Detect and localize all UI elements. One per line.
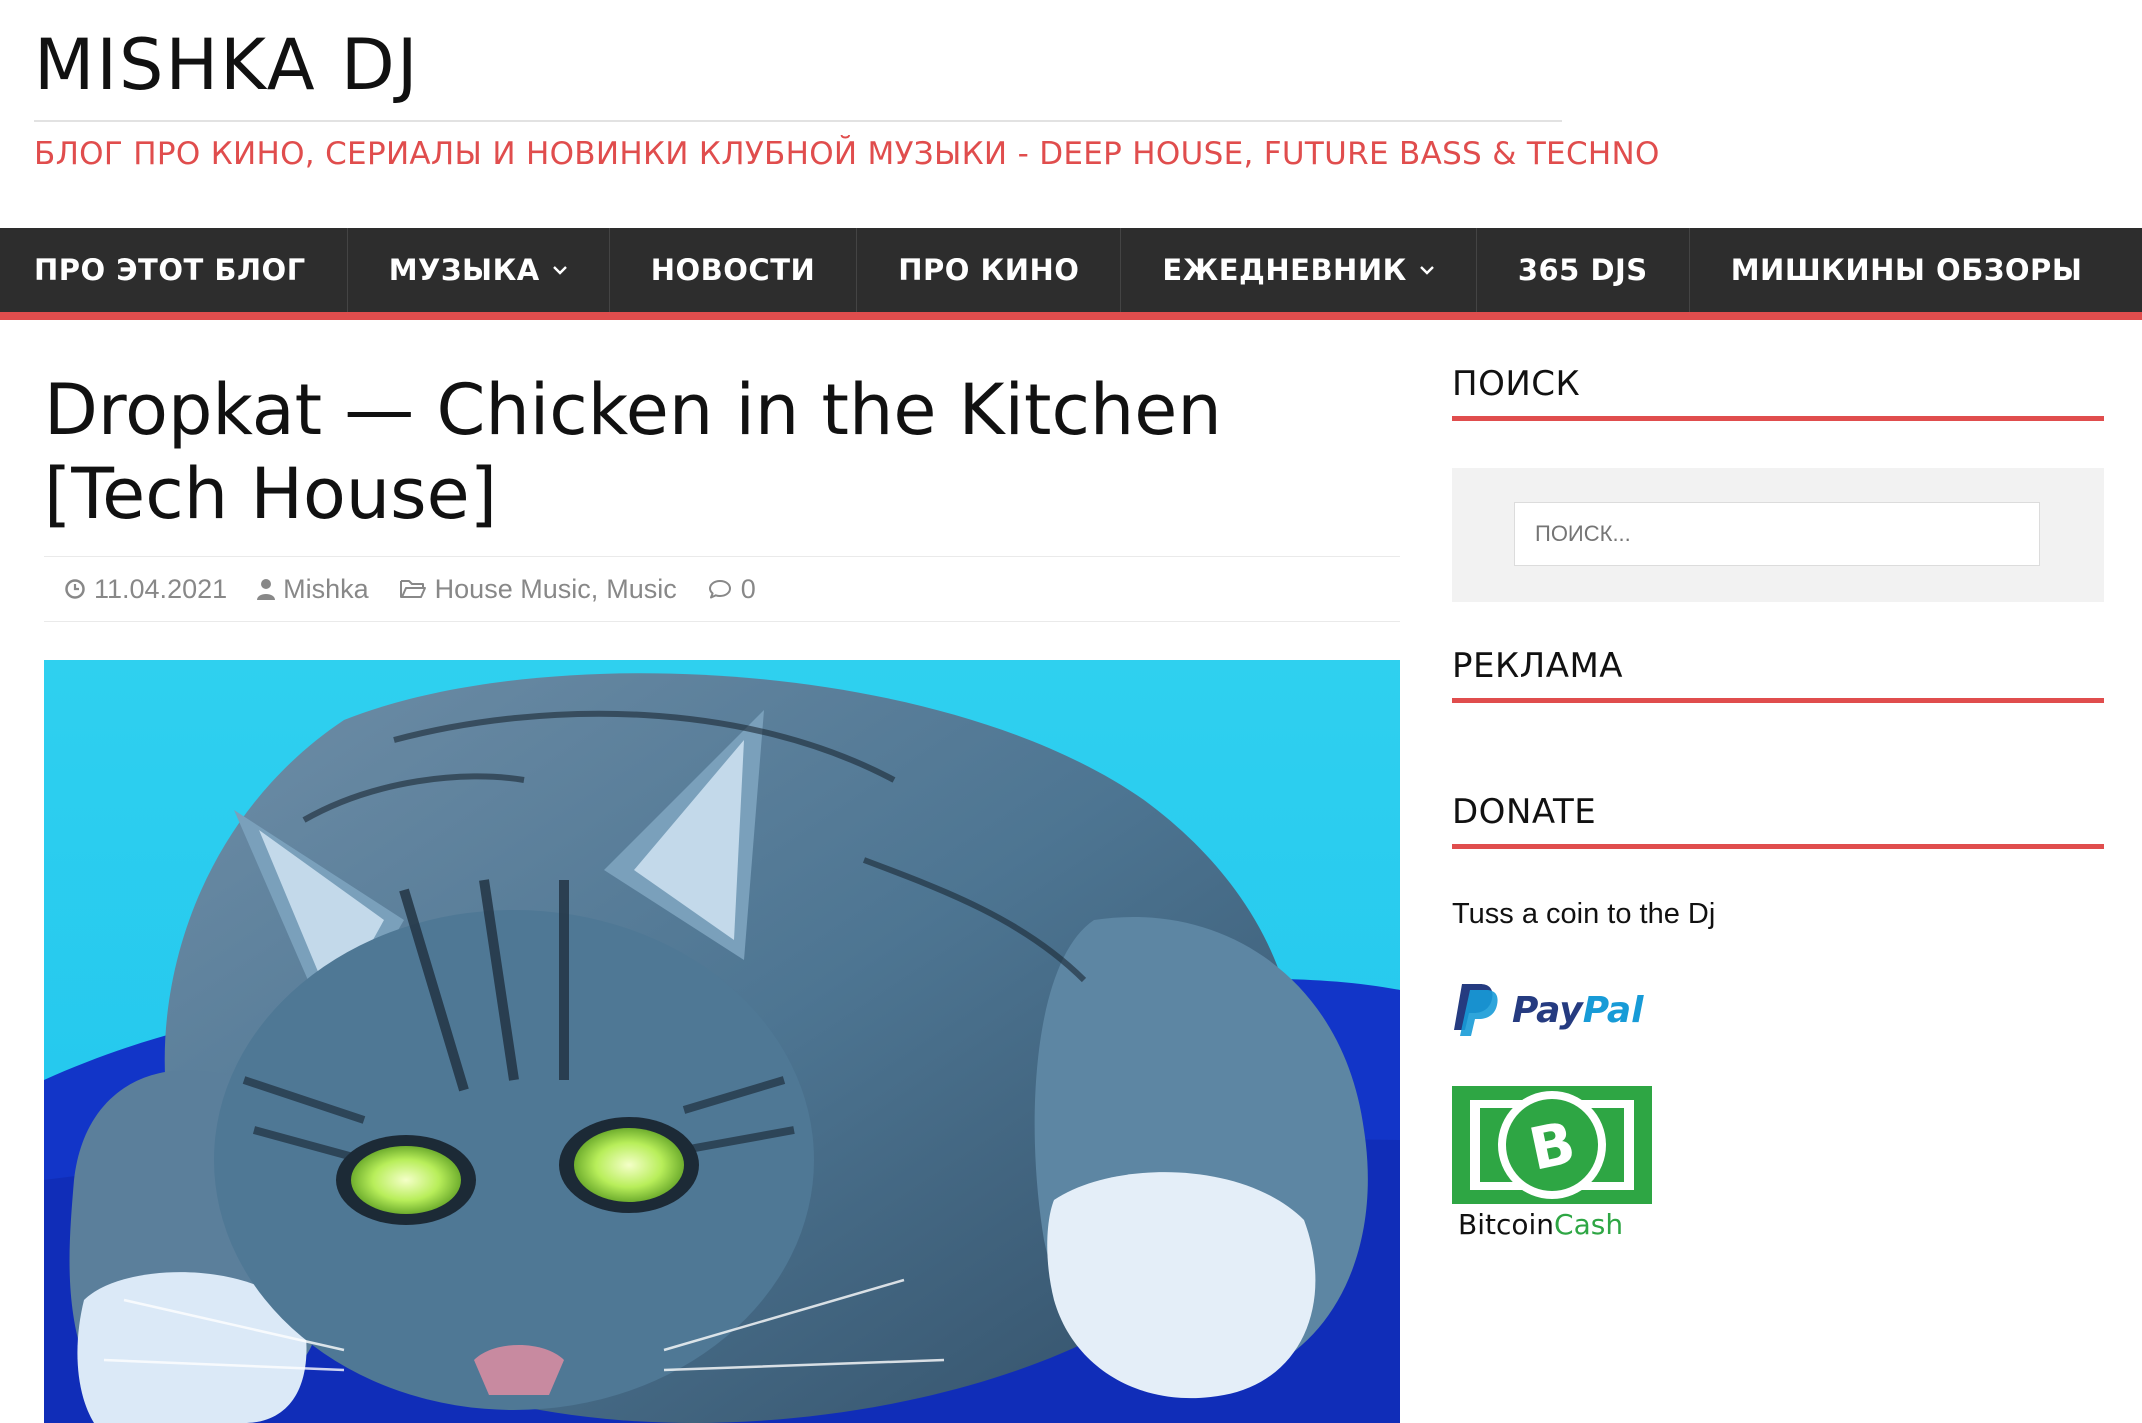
nav-item-label: ПРО ЭТОТ БЛОГ [34, 253, 306, 287]
bitcoin-cash-logo: B BitcoinCash [1452, 1086, 1652, 1241]
nav-item-365-djs[interactable]: 365 DJS [1477, 228, 1690, 312]
post-author[interactable]: Mishka [257, 574, 369, 605]
nav-item-label: ПРО КИНО [898, 253, 1080, 287]
nav-item-label: МУЗЫКА [388, 253, 540, 287]
site-description: БЛОГ ПРО КИНО, СЕРИАЛЫ И НОВИНКИ КЛУБНОЙ… [34, 136, 1660, 172]
comment-icon [708, 580, 731, 599]
paypal-logo: PayPal [1454, 984, 1644, 1036]
comment-count[interactable]: 0 [741, 574, 756, 605]
nav-item-about[interactable]: ПРО ЭТОТ БЛОГ [0, 228, 348, 312]
nav-item-movies[interactable]: ПРО КИНО [857, 228, 1122, 312]
category-link[interactable]: House Music [435, 574, 591, 605]
post-date: 11.04.2021 [64, 574, 227, 605]
nav-item-label: 365 DJS [1517, 253, 1648, 287]
post-author-name[interactable]: Mishka [283, 574, 369, 605]
user-icon [257, 579, 276, 600]
donate-widget-title: DONATE [1452, 792, 2104, 849]
nav-item-label: ЕЖЕДНЕВНИК [1162, 253, 1407, 287]
nav-item-reviews[interactable]: МИШКИНЫ ОБЗОРЫ [1690, 228, 2124, 312]
featured-image [44, 660, 1400, 1423]
post-date-text: 11.04.2021 [94, 573, 228, 604]
article-title: Dropkat — Chicken in the Kitchen [Tech H… [44, 369, 1222, 535]
bitcoin-cash-button[interactable]: B BitcoinCash [1452, 1086, 1652, 1242]
folder-icon [399, 580, 426, 598]
clock-icon [65, 579, 85, 599]
search-widget [1452, 468, 2104, 602]
nav-item-label: МИШКИНЫ ОБЗОРЫ [1730, 253, 2083, 287]
post-comments[interactable]: 0 [707, 574, 756, 605]
post-categories: House Music, Music [399, 574, 677, 605]
nav-item-diary[interactable]: ЕЖЕДНЕВНИК [1121, 228, 1477, 312]
header-divider [34, 120, 1562, 122]
svg-text:PayPal: PayPal [1512, 990, 1644, 1031]
category-separator: , [590, 573, 599, 604]
search-widget-title: ПОИСК [1452, 364, 2104, 421]
site-title[interactable]: MISHKA DJ [34, 24, 419, 106]
ads-widget-title: РЕКЛАМА [1452, 646, 2104, 703]
nav-item-news[interactable]: НОВОСТИ [610, 228, 858, 312]
nav-item-label: НОВОСТИ [650, 253, 816, 287]
donate-text: Tuss a coin to the Dj [1452, 898, 1716, 930]
chevron-down-icon [552, 266, 567, 275]
cat-illustration [44, 660, 1400, 1423]
chevron-down-icon [1419, 266, 1434, 275]
nav-item-music[interactable]: МУЗЫКА [348, 228, 610, 312]
post-meta: 11.04.2021 Mishka House Music, Music 0 [44, 556, 1400, 622]
category-link[interactable]: Music [606, 574, 677, 605]
search-input[interactable] [1514, 502, 2040, 566]
paypal-button[interactable]: PayPal [1452, 978, 1662, 1038]
svg-text:BitcoinCash: BitcoinCash [1458, 1208, 1623, 1241]
site-header: MISHKA DJ БЛОГ ПРО КИНО, СЕРИАЛЫ И НОВИН… [0, 0, 2142, 228]
main-navigation: ПРО ЭТОТ БЛОГ МУЗЫКА НОВОСТИ ПРО КИНО ЕЖ… [0, 228, 2142, 320]
